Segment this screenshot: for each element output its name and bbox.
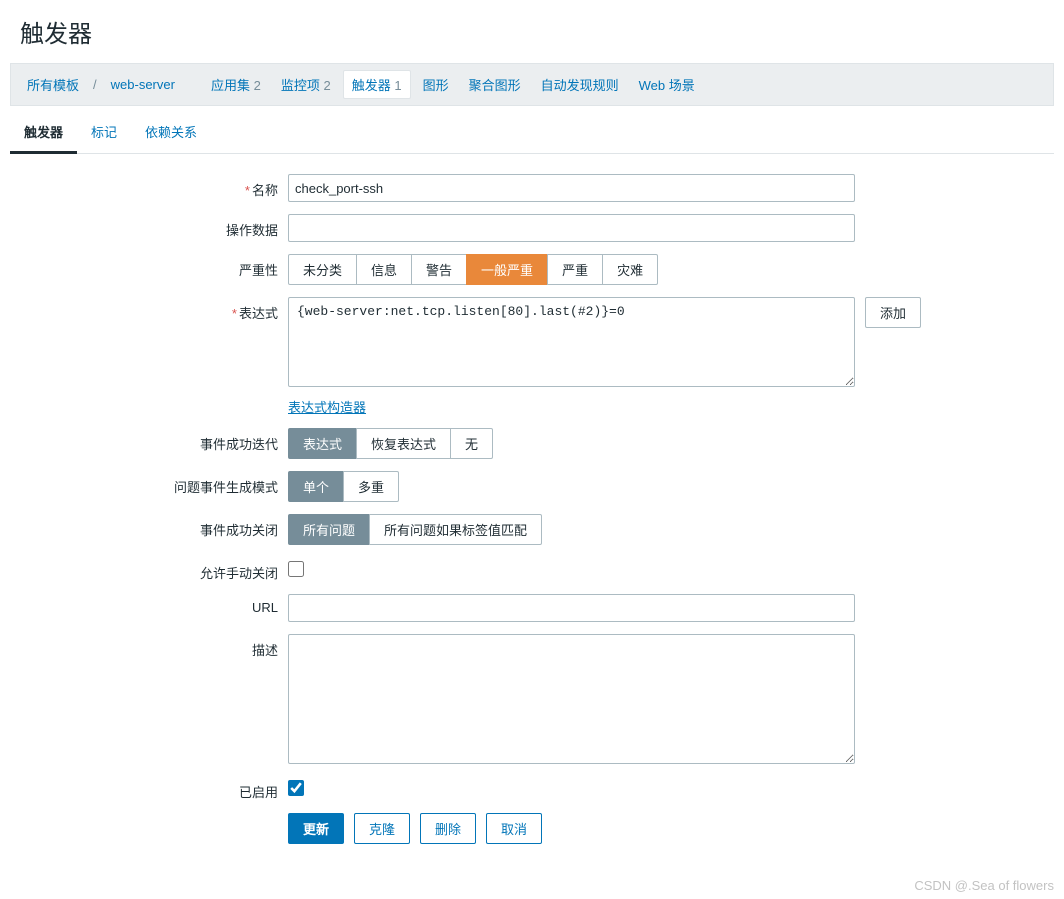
op-data-input[interactable] <box>288 214 855 242</box>
severity-high[interactable]: 严重 <box>547 254 603 285</box>
expression-constructor-link[interactable]: 表达式构造器 <box>288 400 366 415</box>
nav-discovery[interactable]: 自动发现规则 <box>533 71 627 98</box>
nav-web[interactable]: Web 场景 <box>631 71 703 98</box>
problem-mode-single[interactable]: 单个 <box>288 471 344 502</box>
breadcrumb-sep: / <box>91 77 99 92</box>
nav-template-name[interactable]: web-server <box>103 73 183 96</box>
description-label: 描述 <box>10 634 288 659</box>
ok-close-label: 事件成功关闭 <box>10 514 288 539</box>
ok-close-group: 所有问题 所有问题如果标签值匹配 <box>288 514 542 545</box>
tab-tags[interactable]: 标记 <box>77 112 131 154</box>
severity-info[interactable]: 信息 <box>356 254 412 285</box>
update-button[interactable]: 更新 <box>288 813 344 844</box>
clone-button[interactable]: 克隆 <box>354 813 410 844</box>
severity-group: 未分类 信息 警告 一般严重 严重 灾难 <box>288 254 658 285</box>
severity-label: 严重性 <box>10 254 288 279</box>
nav-triggers[interactable]: 触发器 1 <box>343 70 411 99</box>
nav-items[interactable]: 监控项 2 <box>273 71 339 98</box>
ok-close-all[interactable]: 所有问题 <box>288 514 370 545</box>
enabled-checkbox[interactable] <box>288 780 304 796</box>
url-input[interactable] <box>288 594 855 622</box>
nav-screens[interactable]: 聚合图形 <box>461 71 529 98</box>
nav-app-set[interactable]: 应用集 2 <box>203 71 269 98</box>
severity-warning[interactable]: 警告 <box>411 254 467 285</box>
expression-label: *表达式 <box>10 297 288 322</box>
enabled-label: 已启用 <box>10 776 288 801</box>
watermark: CSDN @.Sea of flowers <box>914 878 1054 893</box>
add-expression-button[interactable]: 添加 <box>865 297 921 328</box>
page-title: 触发器 <box>10 0 1054 63</box>
description-textarea[interactable] <box>288 634 855 764</box>
expression-textarea[interactable] <box>288 297 855 387</box>
severity-disaster[interactable]: 灾难 <box>602 254 658 285</box>
cancel-button[interactable]: 取消 <box>486 813 542 844</box>
severity-average[interactable]: 一般严重 <box>466 254 548 285</box>
template-nav-bar: 所有模板 / web-server 应用集 2 监控项 2 触发器 1 图形 聚… <box>10 63 1054 106</box>
nav-graphs[interactable]: 图形 <box>415 71 457 98</box>
ok-event-group: 表达式 恢复表达式 无 <box>288 428 493 459</box>
trigger-form: *名称 操作数据 严重性 未分类 信息 警告 一般严重 严重 灾难 *表达式 <box>10 154 1054 876</box>
severity-unclassified[interactable]: 未分类 <box>288 254 357 285</box>
ok-event-recovery[interactable]: 恢复表达式 <box>356 428 451 459</box>
nav-all-templates[interactable]: 所有模板 <box>19 71 87 98</box>
op-data-label: 操作数据 <box>10 214 288 239</box>
ok-event-gen-label: 事件成功迭代 <box>10 428 288 453</box>
problem-mode-label: 问题事件生成模式 <box>10 471 288 496</box>
name-input[interactable] <box>288 174 855 202</box>
ok-close-tag-match[interactable]: 所有问题如果标签值匹配 <box>369 514 542 545</box>
manual-close-checkbox[interactable] <box>288 561 304 577</box>
tab-trigger[interactable]: 触发器 <box>10 112 77 154</box>
name-label: *名称 <box>10 174 288 199</box>
delete-button[interactable]: 删除 <box>420 813 476 844</box>
problem-mode-multiple[interactable]: 多重 <box>343 471 399 502</box>
form-tabs: 触发器 标记 依赖关系 <box>10 112 1054 154</box>
tab-deps[interactable]: 依赖关系 <box>131 112 211 154</box>
ok-event-expression[interactable]: 表达式 <box>288 428 357 459</box>
ok-event-none[interactable]: 无 <box>450 428 493 459</box>
problem-mode-group: 单个 多重 <box>288 471 399 502</box>
manual-close-label: 允许手动关闭 <box>10 557 288 582</box>
url-label: URL <box>10 594 288 615</box>
